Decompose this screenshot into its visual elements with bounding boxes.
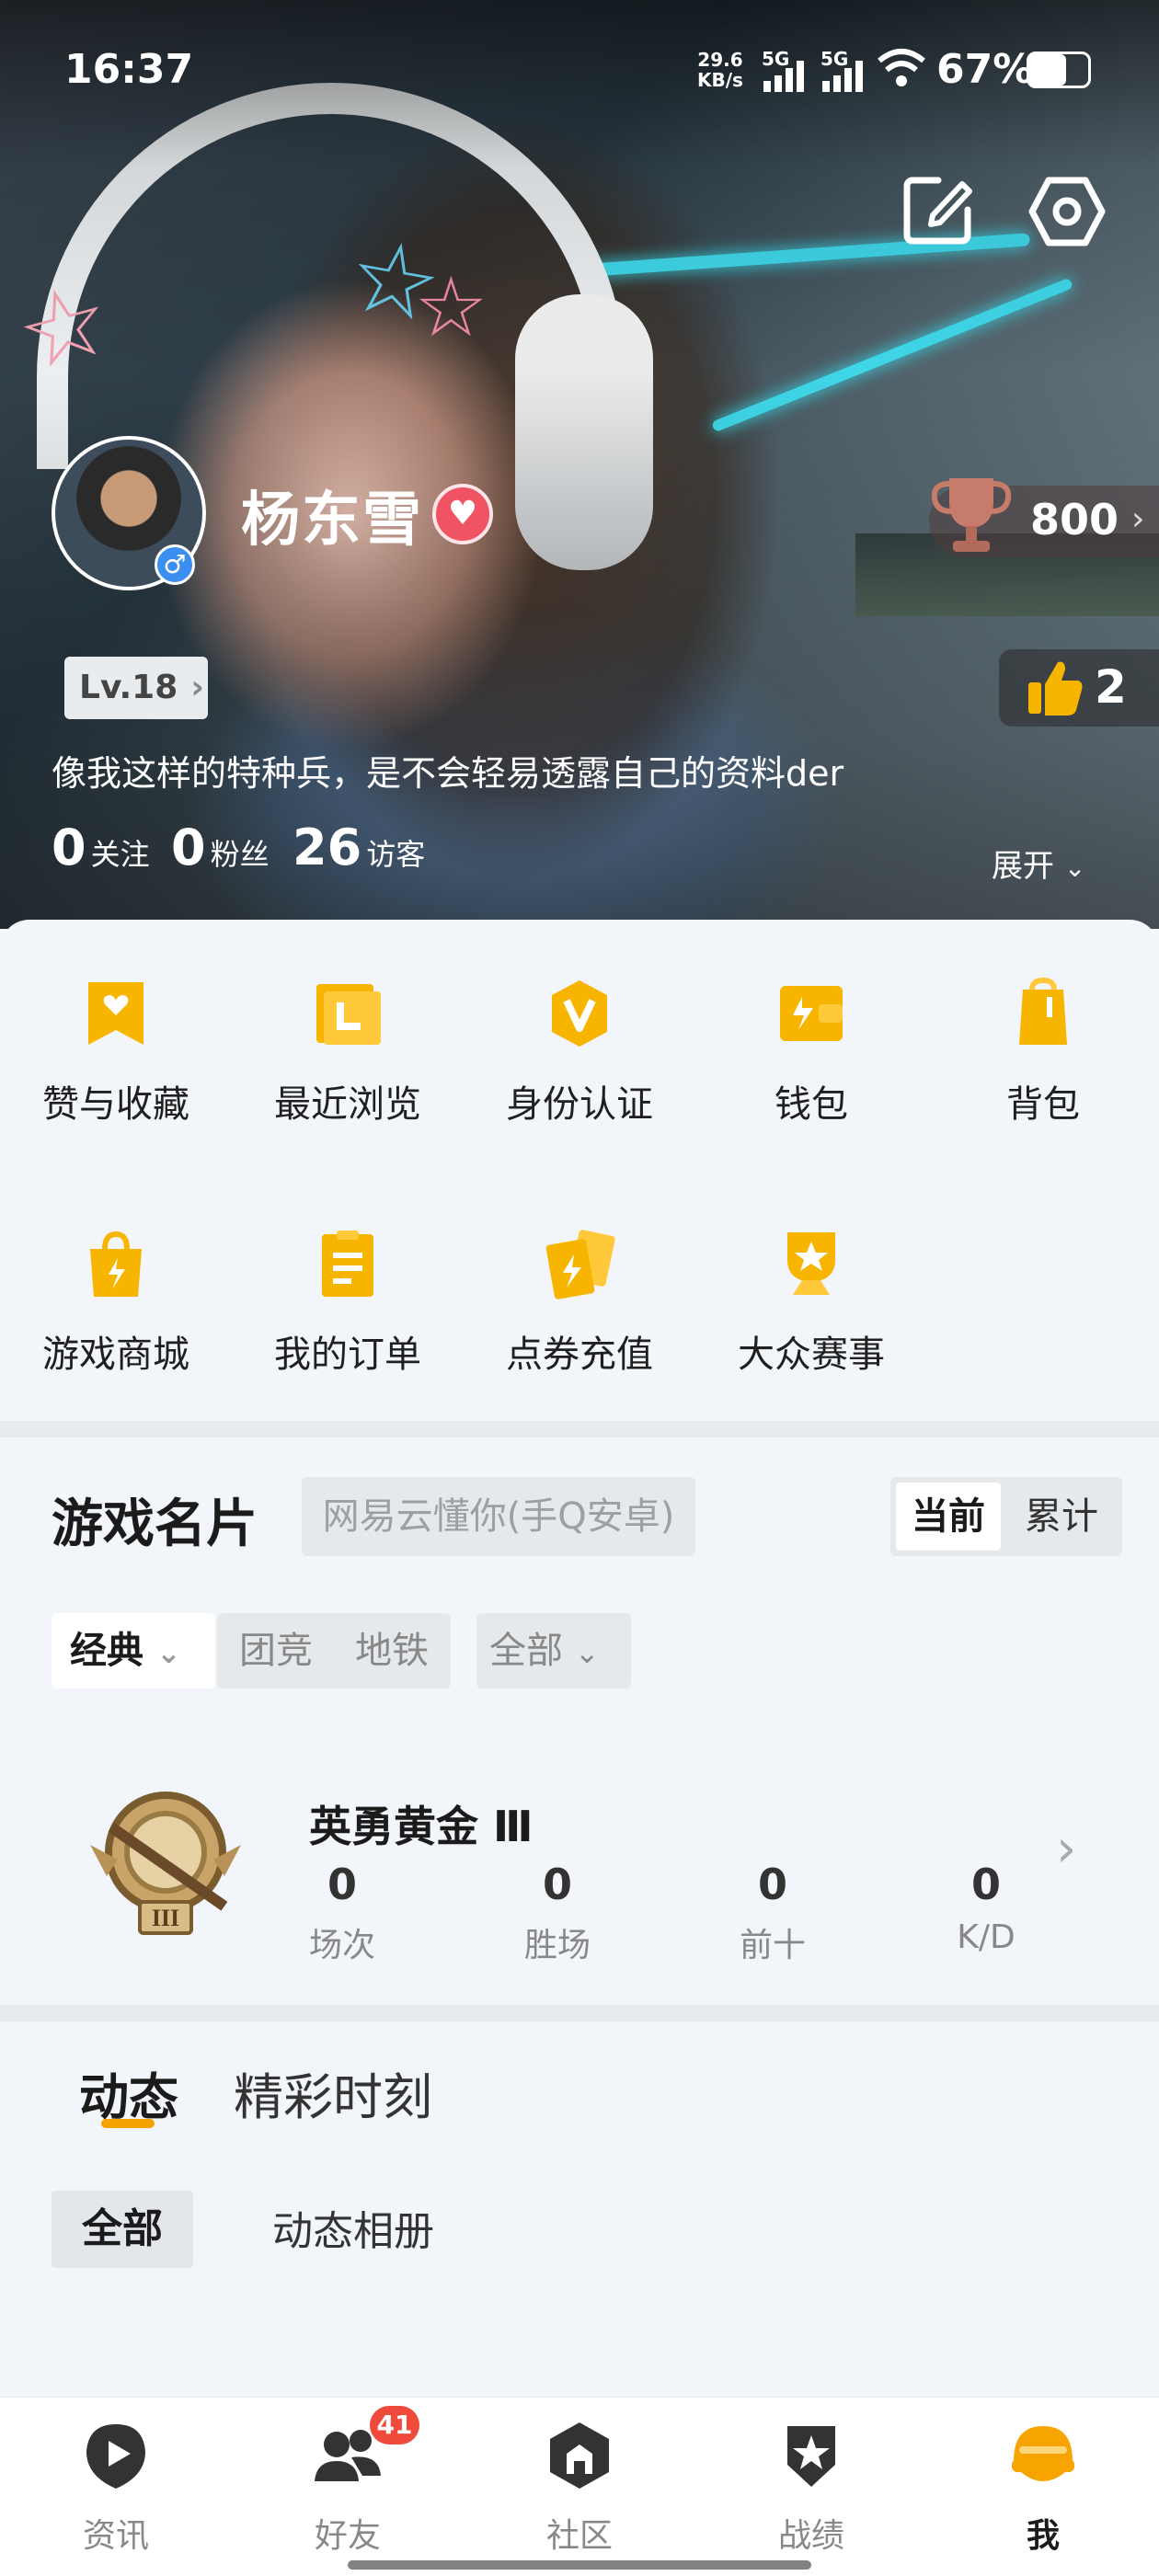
- period-segmented-control: 当前 累计: [890, 1477, 1122, 1556]
- shop-bag-icon: [90, 1231, 142, 1297]
- battery-percent: 67%: [936, 46, 1034, 93]
- edit-profile-icon[interactable]: [901, 173, 975, 246]
- grid-backpack[interactable]: 背包: [927, 977, 1159, 1128]
- nav-records[interactable]: 战绩: [719, 2419, 903, 2557]
- stat-wins: 0 胜场: [523, 1860, 591, 1964]
- thumbs-up-icon: [1028, 661, 1083, 716]
- grid-likes-favorites[interactable]: 赞与收藏: [0, 977, 232, 1128]
- gold-rank-emblem-icon: III: [90, 1792, 241, 1935]
- signal-bars-icon-2: [822, 61, 863, 92]
- stat-matches: 0 场次: [308, 1860, 375, 1964]
- level-chevron-icon: ›: [190, 669, 205, 706]
- nav-me[interactable]: 我: [951, 2419, 1135, 2557]
- segment-total[interactable]: 累计: [1006, 1483, 1117, 1551]
- wallet-icon: [780, 986, 843, 1041]
- scope-dropdown[interactable]: 全部 ⌄: [476, 1613, 631, 1689]
- stat-kd: 0 K/D: [957, 1860, 1016, 1956]
- mode-dropdown[interactable]: 经典 ⌄: [52, 1613, 215, 1689]
- stat-followers[interactable]: 0 粉丝: [171, 819, 270, 876]
- section-divider-2: [0, 2005, 1159, 2021]
- home-indicator: [348, 2560, 811, 2570]
- stat-top-ten: 0 前十: [739, 1860, 806, 1964]
- stat-following[interactable]: 0 关注: [52, 819, 150, 876]
- grid-game-shop[interactable]: 游戏商城: [0, 1227, 232, 1378]
- signal-bars-icon-1: [763, 61, 804, 92]
- expand-button[interactable]: 展开 ⌄: [992, 841, 1085, 886]
- record-badge-icon: [787, 2426, 835, 2487]
- profile-bio: 像我这样的特种兵，是不会轻易透露自己的资料der: [52, 753, 844, 794]
- settings-icon[interactable]: [1028, 175, 1106, 248]
- history-icon: [316, 984, 381, 1045]
- wifi-icon: [878, 49, 925, 86]
- news-play-icon: [86, 2424, 145, 2489]
- grid-recent-browse[interactable]: 最近浏览: [232, 977, 464, 1128]
- nav-community[interactable]: 社区: [488, 2419, 671, 2557]
- backpack-icon: [1019, 977, 1067, 1045]
- chevron-down-icon: ⌄: [1063, 853, 1086, 883]
- grid-public-tournament[interactable]: 大众赛事: [695, 1227, 927, 1378]
- rank-name: 英勇黄金 Ⅲ: [309, 1802, 534, 1851]
- grid-coupon-recharge[interactable]: 点券充值: [464, 1227, 695, 1378]
- svg-text:III: III: [152, 1905, 179, 1931]
- heart-icon[interactable]: ♥: [432, 484, 493, 544]
- coupon-recharge-icon: [545, 1230, 615, 1299]
- level-badge[interactable]: Lv.18 ›: [64, 657, 208, 719]
- filter-team-deathmatch[interactable]: 团竞: [239, 1613, 313, 1689]
- user-name: 杨东雪: [241, 487, 423, 555]
- game-account-selector[interactable]: 网易云懂你(手Q安卓): [302, 1477, 695, 1556]
- status-time: 16:37: [64, 46, 194, 93]
- male-gender-icon: ♂: [155, 544, 195, 585]
- battery-icon: [1027, 52, 1091, 88]
- tab-highlights[interactable]: 精彩时刻: [234, 2056, 432, 2129]
- game-card-title: 游戏名片: [52, 1494, 258, 1554]
- tournament-trophy-icon: [787, 1232, 835, 1295]
- rank-chevron-icon[interactable]: ›: [1056, 1819, 1076, 1879]
- like-count: 2: [1095, 660, 1127, 714]
- verify-badge-icon: [552, 980, 607, 1047]
- mode-tabs: 团竞 地铁: [217, 1613, 451, 1689]
- trophy-score: 800: [1030, 495, 1119, 544]
- chip-all[interactable]: 全部: [52, 2191, 193, 2268]
- network-speed: 29.6 KB/s: [697, 49, 743, 91]
- tab-underline: [101, 2119, 155, 2128]
- order-list-icon: [322, 1231, 373, 1297]
- section-divider: [0, 1421, 1159, 1437]
- segment-current[interactable]: 当前: [896, 1483, 1001, 1551]
- chevron-down-icon: ⌄: [574, 1635, 600, 1670]
- grid-identity-verify[interactable]: 身份认证: [464, 977, 695, 1128]
- chevron-down-icon: ⌄: [155, 1635, 181, 1670]
- stat-visitors[interactable]: 26 访客: [293, 819, 425, 876]
- me-helmet-icon: [1012, 2426, 1074, 2481]
- grid-wallet[interactable]: 钱包: [695, 977, 927, 1128]
- heart-bookmark-icon: [88, 982, 143, 1045]
- filter-metro[interactable]: 地铁: [355, 1613, 429, 1689]
- level-text: Lv.18: [79, 669, 178, 706]
- grid-my-orders[interactable]: 我的订单: [232, 1227, 464, 1378]
- friends-badge: 41: [370, 2406, 419, 2444]
- trophy-chevron-icon: ›: [1131, 500, 1145, 538]
- community-icon: [550, 2422, 609, 2489]
- trophy-icon: [931, 478, 1012, 552]
- chip-album[interactable]: 动态相册: [272, 2198, 434, 2257]
- nav-news[interactable]: 资讯: [24, 2419, 208, 2557]
